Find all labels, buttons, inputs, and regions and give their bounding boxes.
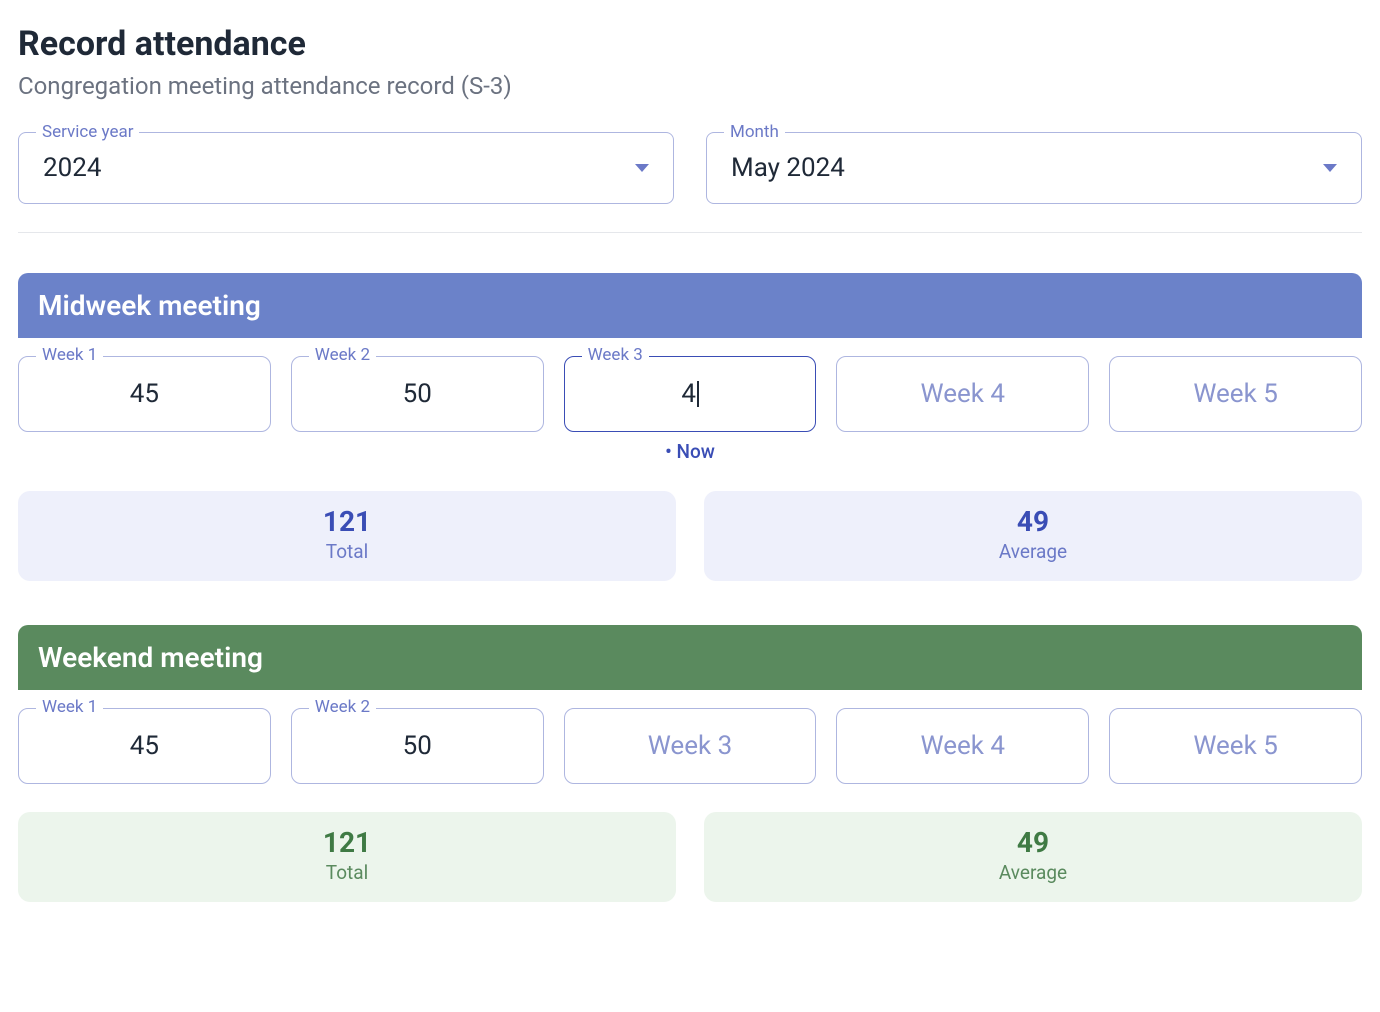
weekend-week4-field [836, 708, 1089, 784]
midweek-total-value: 121 [28, 505, 666, 538]
weekend-section-header: Weekend meeting [18, 625, 1362, 690]
weekend-week1-label: Week 1 [36, 697, 103, 717]
weekend-week1-input[interactable] [18, 708, 271, 784]
midweek-week3-label: Week 3 [582, 345, 649, 365]
page-title: Record attendance [18, 24, 1362, 64]
weekend-average-value: 49 [714, 826, 1352, 859]
weekend-week3-field [564, 708, 817, 784]
service-year-select[interactable]: 2024 [18, 132, 674, 204]
filters-row: Service year 2024 Month May 2024 [18, 132, 1362, 204]
midweek-week3-input[interactable]: 4 [564, 356, 817, 432]
weekend-weeks-row: Week 1 Week 2 [18, 708, 1362, 784]
weekend-week2-input[interactable] [291, 708, 544, 784]
weekend-stats-row: 121 Total 49 Average [18, 812, 1362, 902]
weekend-week5-input[interactable] [1109, 708, 1362, 784]
midweek-average-value: 49 [714, 505, 1352, 538]
chevron-down-icon [635, 164, 649, 172]
midweek-week1-input[interactable] [18, 356, 271, 432]
midweek-total-label: Total [28, 540, 666, 563]
weekend-total-box: 121 Total [18, 812, 676, 902]
now-badge: • Now [564, 440, 817, 463]
chevron-down-icon [1323, 164, 1337, 172]
divider [18, 232, 1362, 233]
month-select-wrap: Month May 2024 [706, 132, 1362, 204]
midweek-section-header: Midweek meeting [18, 273, 1362, 338]
midweek-average-label: Average [714, 540, 1352, 563]
service-year-label: Service year [36, 122, 139, 142]
weekend-week5-field [1109, 708, 1362, 784]
service-year-select-wrap: Service year 2024 [18, 132, 674, 204]
weekend-average-box: 49 Average [704, 812, 1362, 902]
weekend-average-label: Average [714, 861, 1352, 884]
midweek-week5-field [1109, 356, 1362, 463]
weekend-week2-field: Week 2 [291, 708, 544, 784]
midweek-week2-label: Week 2 [309, 345, 376, 365]
month-value: May 2024 [731, 153, 845, 183]
midweek-week3-field: Week 3 4 • Now [564, 356, 817, 463]
weekend-total-label: Total [28, 861, 666, 884]
midweek-week4-field [836, 356, 1089, 463]
midweek-average-box: 49 Average [704, 491, 1362, 581]
weekend-total-value: 121 [28, 826, 666, 859]
midweek-weeks-row: Week 1 Week 2 Week 3 4 • Now [18, 356, 1362, 463]
midweek-week5-input[interactable] [1109, 356, 1362, 432]
midweek-week4-input[interactable] [836, 356, 1089, 432]
weekend-week4-input[interactable] [836, 708, 1089, 784]
page-subtitle: Congregation meeting attendance record (… [18, 72, 1362, 100]
midweek-week1-field: Week 1 [18, 356, 271, 463]
service-year-value: 2024 [43, 153, 101, 183]
midweek-stats-row: 121 Total 49 Average [18, 491, 1362, 581]
midweek-total-box: 121 Total [18, 491, 676, 581]
midweek-week2-input[interactable] [291, 356, 544, 432]
month-label: Month [724, 122, 785, 142]
month-select[interactable]: May 2024 [706, 132, 1362, 204]
midweek-week2-field: Week 2 [291, 356, 544, 463]
weekend-week1-field: Week 1 [18, 708, 271, 784]
text-cursor-icon [697, 381, 699, 407]
midweek-week1-label: Week 1 [36, 345, 103, 365]
weekend-week3-input[interactable] [564, 708, 817, 784]
midweek-week3-value: 4 [681, 379, 696, 409]
weekend-week2-label: Week 2 [309, 697, 376, 717]
